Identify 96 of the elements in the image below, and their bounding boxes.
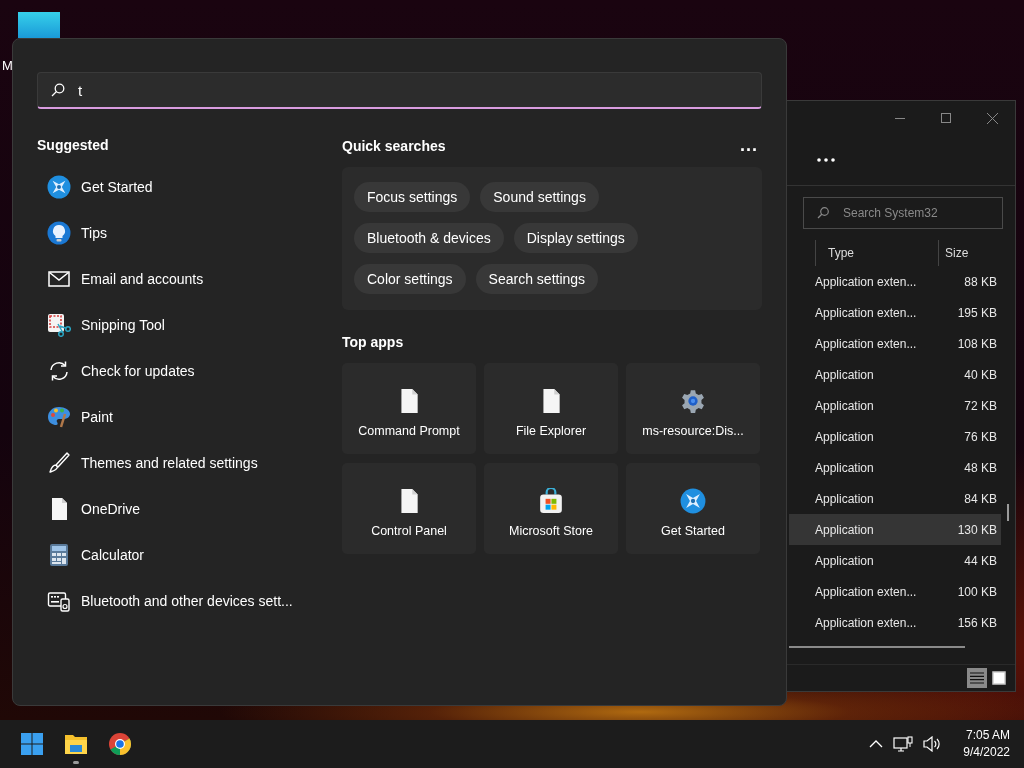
desktop-icon-label: M — [2, 58, 13, 73]
type-cell: Application — [815, 398, 874, 413]
type-cell: Application — [815, 553, 874, 568]
suggestion-item[interactable]: Bluetooth and other devices sett... — [37, 578, 317, 624]
size-cell: 130 KB — [957, 522, 997, 537]
suggestion-item[interactable]: Email and accounts — [37, 256, 317, 302]
palette-icon — [47, 405, 71, 429]
monitor-plug-icon — [893, 736, 914, 752]
size-cell: 76 KB — [964, 429, 997, 444]
file-row[interactable]: Application exten... 88 KB — [789, 266, 1001, 297]
type-cell: Application exten... — [815, 305, 917, 320]
type-cell: Application — [815, 429, 874, 444]
search-icon — [817, 207, 829, 219]
size-cell: 195 KB — [957, 305, 997, 320]
file-row[interactable]: Application exten... 156 KB — [789, 607, 1001, 638]
size-cell: 84 KB — [964, 491, 997, 506]
size-cell: 48 KB — [964, 460, 997, 475]
suggestion-item[interactable]: OneDrive — [37, 486, 317, 532]
calculator-icon — [47, 543, 71, 567]
column-header[interactable]: Size — [938, 240, 969, 266]
scissors-icon — [47, 313, 71, 337]
type-cell: Application exten... — [815, 336, 917, 351]
type-cell: Application — [815, 522, 874, 537]
app-tile[interactable]: Get Started — [626, 463, 760, 554]
suggestion-item[interactable]: Paint — [37, 394, 317, 440]
brush-icon — [47, 451, 71, 475]
type-cell: Application — [815, 460, 874, 475]
type-cell: Application exten... — [815, 615, 917, 630]
maximize-icon — [941, 113, 951, 123]
scrollbar-thumb[interactable] — [789, 646, 965, 648]
details-view-icon — [970, 672, 984, 684]
column-header[interactable]: Type — [815, 240, 938, 266]
view-button[interactable] — [989, 668, 1009, 688]
suggestion-item[interactable]: Snipping Tool — [37, 302, 317, 348]
running-indicator — [73, 761, 79, 764]
scrollbar-thumb[interactable] — [1007, 504, 1009, 521]
suggestion-item[interactable]: Tips — [37, 210, 317, 256]
store-bag-icon — [538, 487, 564, 514]
type-cell: Application — [815, 491, 874, 506]
lightbulb-icon — [47, 221, 71, 245]
section-heading: Suggested — [37, 136, 110, 155]
minimize-icon — [895, 117, 905, 119]
quick-search-chip[interactable]: Bluetooth & devices — [354, 223, 504, 253]
app-tile[interactable]: ms-resource:Dis... — [626, 363, 760, 454]
type-cell: Application exten... — [815, 584, 917, 599]
size-cell: 156 KB — [957, 615, 997, 630]
clock[interactable]: 7:05 AM 9/4/2022 — [963, 727, 1010, 761]
app-tile[interactable]: File Explorer — [484, 363, 618, 454]
size-cell: 44 KB — [964, 553, 997, 568]
keyboard-speaker-icon — [47, 589, 71, 613]
quick-search-chip[interactable]: Display settings — [513, 223, 638, 253]
size-cell: 108 KB — [957, 336, 997, 351]
suggestion-item[interactable]: Calculator — [37, 532, 317, 578]
quick-search-chip[interactable]: Search settings — [475, 264, 599, 294]
windows-logo-icon — [21, 733, 43, 755]
suggestion-item[interactable]: Themes and related settings — [37, 440, 317, 486]
quick-search-chip[interactable]: Focus settings — [354, 182, 471, 212]
size-cell: 100 KB — [957, 584, 997, 599]
file-row[interactable]: Application 72 KB — [789, 390, 1001, 421]
file-row[interactable]: Application 44 KB — [789, 545, 1001, 576]
size-cell: 40 KB — [964, 367, 997, 382]
close-icon — [986, 112, 998, 124]
section-heading: Top apps — [342, 333, 405, 352]
browser-icon — [109, 733, 131, 755]
network-button[interactable] — [891, 734, 916, 754]
size-cell: 72 KB — [964, 398, 997, 413]
chevron-up-icon — [869, 740, 884, 748]
quick-search-chip[interactable]: Sound settings — [480, 182, 599, 212]
search-field[interactable]: t — [37, 72, 762, 109]
suggestion-item[interactable]: Check for updates — [37, 348, 317, 394]
file-row[interactable]: Application 130 KB — [789, 514, 1001, 545]
app-tile[interactable]: Control Panel — [342, 463, 476, 554]
type-cell: Application — [815, 367, 874, 382]
more-button[interactable]: ... — [736, 135, 762, 156]
type-cell: Application exten... — [815, 274, 917, 289]
more-icon[interactable] — [817, 158, 835, 162]
search-field[interactable]: Search System32 — [803, 197, 1003, 229]
quick-search-chip[interactable]: Color settings — [354, 264, 466, 294]
file-row[interactable]: Application 84 KB — [789, 483, 1001, 514]
file-row[interactable]: Application exten... 195 KB — [789, 297, 1001, 328]
suggestion-item[interactable]: Get Started — [37, 164, 317, 210]
speaker-icon — [923, 736, 942, 752]
file-row[interactable]: Application 48 KB — [789, 452, 1001, 483]
app-tile[interactable]: Microsoft Store — [484, 463, 618, 554]
tiles-view-icon — [992, 671, 1006, 685]
gear-icon — [680, 387, 706, 414]
app-tile[interactable]: Command Prompt — [342, 363, 476, 454]
size-cell: 88 KB — [964, 274, 997, 289]
refresh-icon — [47, 359, 71, 383]
file-row[interactable]: Application exten... 108 KB — [789, 328, 1001, 359]
folder-icon — [64, 733, 88, 755]
file-row[interactable]: Application 76 KB — [789, 421, 1001, 452]
file-row[interactable]: Application 40 KB — [789, 359, 1001, 390]
section-heading: Quick searches — [342, 136, 446, 156]
file-row[interactable]: Application exten... 100 KB — [789, 576, 1001, 607]
search-icon — [51, 83, 65, 97]
